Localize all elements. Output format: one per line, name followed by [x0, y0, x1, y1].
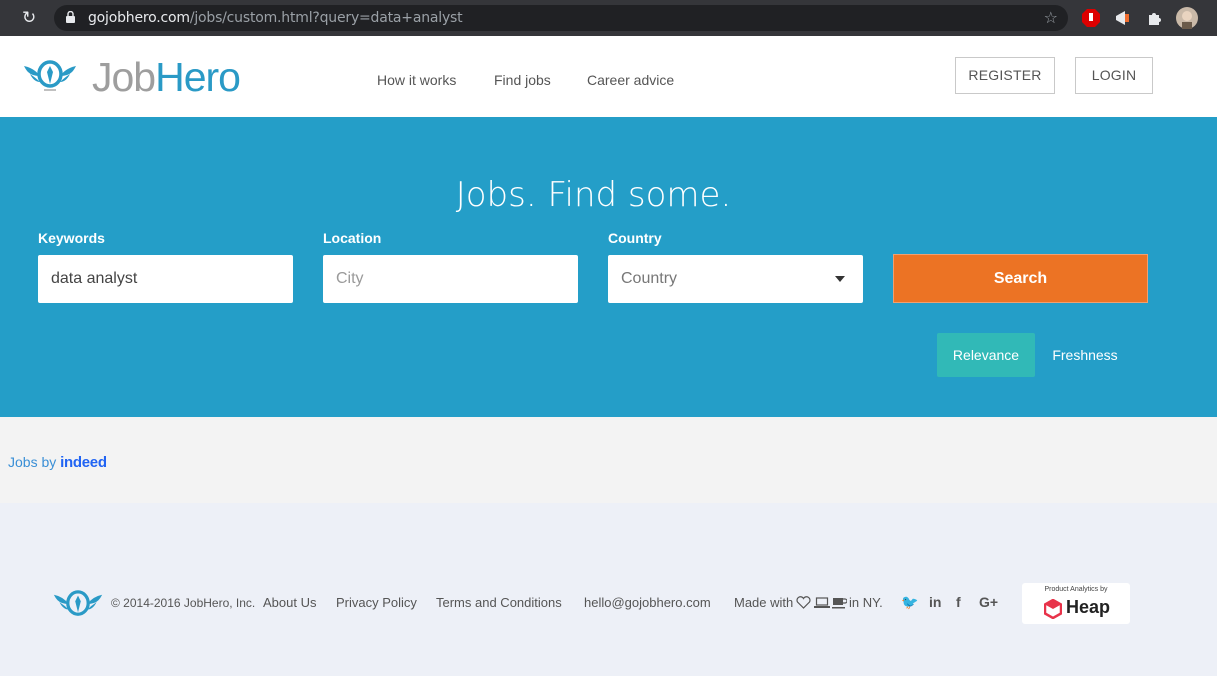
- search-button[interactable]: Search: [893, 254, 1148, 303]
- jobhero-footer-logo-icon[interactable]: [52, 589, 104, 619]
- laptop-icon: [814, 597, 830, 608]
- address-bar[interactable]: gojobhero.com/jobs/custom.html?query=dat…: [54, 5, 1068, 31]
- country-label: Country: [608, 230, 662, 246]
- jobhero-wings-icon: [24, 60, 76, 91]
- country-select[interactable]: Country: [608, 255, 863, 303]
- heap-wordmark: Heap: [1066, 597, 1111, 617]
- linkedin-icon[interactable]: in: [929, 594, 941, 610]
- facebook-icon[interactable]: f: [956, 594, 961, 610]
- sort-freshness-button[interactable]: Freshness: [1042, 333, 1128, 377]
- register-button[interactable]: REGISTER: [955, 57, 1055, 94]
- bookmark-star-icon[interactable]: ☆: [1044, 8, 1058, 28]
- results-area: Jobs by indeed: [0, 417, 1217, 503]
- page-title: Jobs. Find some.: [455, 175, 732, 215]
- keywords-label: Keywords: [38, 230, 105, 246]
- url-text: gojobhero.com/jobs/custom.html?query=dat…: [88, 10, 463, 26]
- jobs-by-indeed-link[interactable]: Jobs by indeed: [8, 454, 107, 471]
- coffee-icon: [832, 598, 847, 609]
- location-label: Location: [323, 230, 382, 246]
- site-footer: © 2014-2016 JobHero, Inc. About Us Priva…: [0, 503, 1217, 676]
- browser-toolbar: ↻ gojobhero.com/jobs/custom.html?query=d…: [0, 0, 1217, 36]
- footer-email-link[interactable]: hello@gojobhero.com: [584, 595, 711, 610]
- footer-link-about-us[interactable]: About Us: [263, 595, 316, 610]
- job-search-hero: Jobs. Find some. Keywords Location Count…: [0, 117, 1217, 417]
- country-select-value: Country: [621, 270, 678, 287]
- caret-down-icon: [835, 276, 845, 282]
- twitter-icon[interactable]: 🐦: [901, 594, 918, 611]
- google-plus-icon[interactable]: G+: [979, 594, 998, 610]
- footer-link-privacy-policy[interactable]: Privacy Policy: [336, 595, 417, 610]
- profile-avatar[interactable]: [1176, 7, 1198, 29]
- sort-relevance-button[interactable]: Relevance: [937, 333, 1035, 377]
- megaphone-extension-icon[interactable]: [1113, 8, 1133, 28]
- heart-icon: [796, 596, 811, 609]
- footer-link-terms[interactable]: Terms and Conditions: [436, 595, 562, 610]
- nav-find-jobs[interactable]: Find jobs: [494, 72, 551, 88]
- made-with-text: Made with: [734, 595, 794, 610]
- nav-how-it-works[interactable]: How it works: [377, 72, 456, 88]
- lock-icon: [66, 11, 75, 23]
- puzzle-extensions-icon[interactable]: [1145, 8, 1165, 28]
- reload-icon[interactable]: ↻: [22, 9, 40, 27]
- heap-caption: Product Analytics by: [1044, 586, 1108, 593]
- login-button[interactable]: LOGIN: [1075, 57, 1153, 94]
- site-header: JobHero How it works Find jobs Career ad…: [0, 36, 1217, 117]
- nav-career-advice[interactable]: Career advice: [587, 72, 674, 88]
- location-input[interactable]: [323, 255, 578, 303]
- heap-logo-icon: [1044, 599, 1062, 619]
- jobs-by-label: Jobs by: [8, 454, 57, 470]
- indeed-logo: indeed: [60, 454, 107, 471]
- heap-badge[interactable]: Product Analytics by Heap: [1022, 583, 1130, 624]
- logo-wordmark: JobHero: [92, 54, 241, 100]
- keywords-input[interactable]: [38, 255, 293, 303]
- adblock-extension-icon[interactable]: [1081, 8, 1101, 28]
- copyright-text: © 2014-2016 JobHero, Inc.: [111, 596, 256, 610]
- in-ny-text: in NY.: [849, 595, 883, 610]
